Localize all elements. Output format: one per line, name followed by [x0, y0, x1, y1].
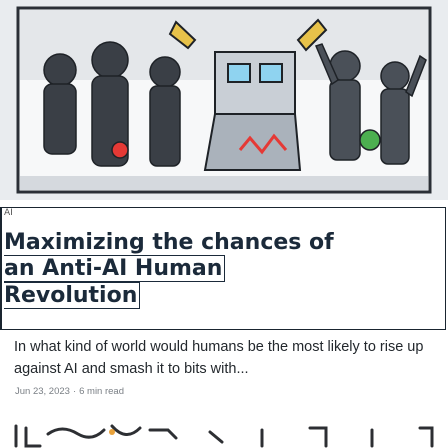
headline-card[interactable]: AI Maximizing the chances of an Anti-AI …: [0, 207, 446, 330]
read-time: 6 min read: [79, 386, 124, 397]
title-line-2-text: an Anti-AI Human: [4, 255, 226, 282]
title-line-2: an Anti-AI Human: [4, 255, 424, 282]
hero-illustration[interactable]: [0, 0, 448, 200]
post-meta: Jun 23, 2023 · 6 min read: [15, 386, 124, 397]
next-post-illustration[interactable]: [0, 416, 448, 448]
post-date: Jun 23, 2023: [15, 386, 70, 397]
title-line-3: Revolution: [4, 282, 424, 309]
post-title[interactable]: Maximizing the chances of an Anti-AI Hum…: [4, 230, 424, 309]
title-line-3-text: Revolution: [4, 282, 141, 309]
title-line-1: Maximizing the chances of: [4, 230, 334, 255]
post-summary[interactable]: In what kind of world would humans be th…: [14, 336, 434, 380]
category-tag: AI: [4, 208, 13, 218]
comic-strip-preview-icon: [0, 416, 448, 448]
comic-illustration-icon: [0, 0, 448, 200]
meta-separator: ·: [72, 386, 77, 397]
